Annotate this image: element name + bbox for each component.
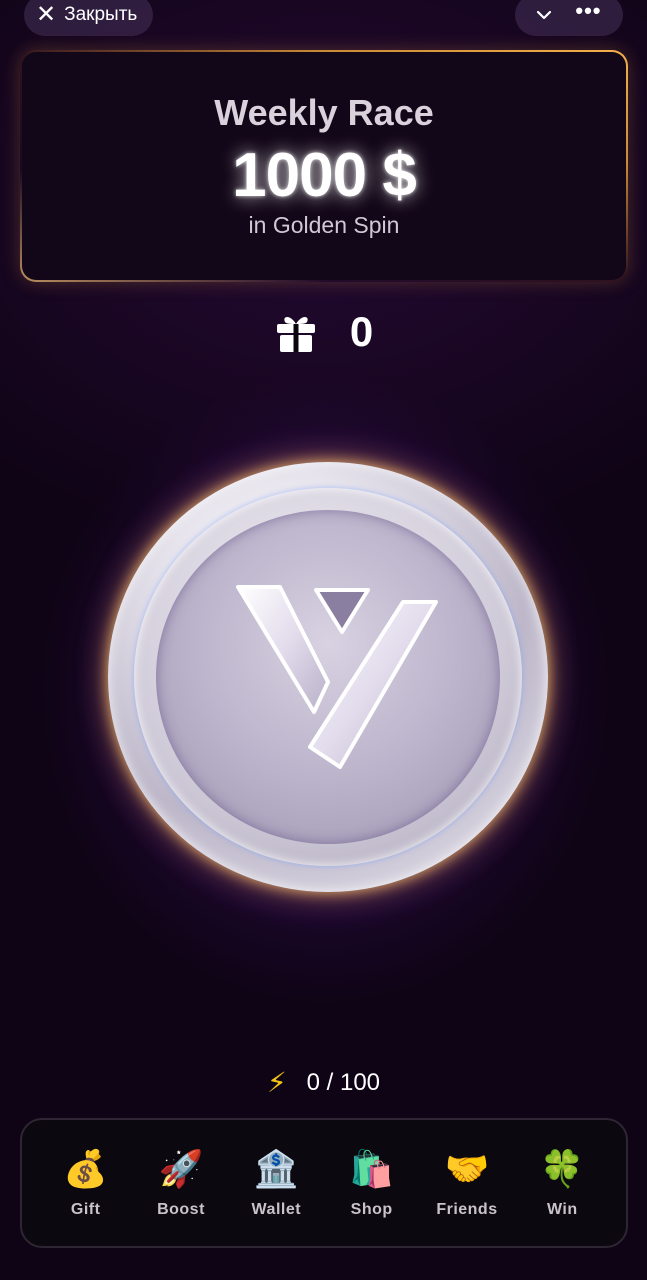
money-bag-icon: 💰 xyxy=(63,1148,109,1189)
header-menu: ••• xyxy=(515,0,623,36)
energy-counter: ⚡ 0 / 100 xyxy=(0,1066,647,1099)
nav-label: Shop xyxy=(350,1201,393,1218)
chevron-down-icon[interactable] xyxy=(536,7,552,23)
lightning-icon: ⚡ xyxy=(266,1067,287,1098)
nav-label: Wallet xyxy=(251,1201,302,1218)
weekly-race-card[interactable]: Weekly Race 1000 $ in Golden Spin xyxy=(20,50,628,282)
nav-item-wallet[interactable]: 🏦 Wallet xyxy=(234,1147,318,1219)
tap-coin[interactable] xyxy=(68,422,588,932)
handshake-icon: 🤝 xyxy=(444,1148,490,1189)
gift-icon xyxy=(276,317,315,352)
more-icon[interactable]: ••• xyxy=(575,0,601,22)
nav-label: Win xyxy=(546,1201,578,1218)
clover-icon: 🍀 xyxy=(539,1148,585,1189)
coin-logo-icon xyxy=(236,585,438,769)
nav-item-win[interactable]: 🍀 Win xyxy=(520,1147,604,1219)
energy-text: 0 / 100 xyxy=(306,1068,381,1096)
shopping-bags-icon: 🛍️ xyxy=(349,1148,395,1189)
close-icon: ✕ xyxy=(36,1,57,28)
close-label: Закрыть xyxy=(64,4,138,25)
race-prize-amount: 1000 $ xyxy=(232,141,417,210)
nav-item-friends[interactable]: 🤝 Friends xyxy=(425,1147,509,1219)
nav-label: Friends xyxy=(436,1201,498,1218)
nav-label: Gift xyxy=(70,1201,101,1218)
close-button[interactable]: ✕ Закрыть xyxy=(24,0,154,36)
nav-label: Boost xyxy=(157,1201,205,1218)
nav-item-gift[interactable]: 💰 Gift xyxy=(44,1147,128,1219)
race-subtitle: in Golden Spin xyxy=(248,212,400,238)
gift-count: 0 xyxy=(349,308,374,355)
rocket-icon: 🚀 xyxy=(158,1148,204,1189)
nav-item-boost[interactable]: 🚀 Boost xyxy=(139,1147,223,1219)
nav-item-shop[interactable]: 🛍️ Shop xyxy=(330,1147,414,1219)
race-title: Weekly Race xyxy=(214,92,434,133)
gift-counter: 0 xyxy=(0,308,647,356)
bottom-nav: 💰 Gift 🚀 Boost 🏦 Wallet 🛍️ Shop 🤝 Friend… xyxy=(20,1118,628,1248)
bank-icon: 🏦 xyxy=(253,1148,299,1189)
